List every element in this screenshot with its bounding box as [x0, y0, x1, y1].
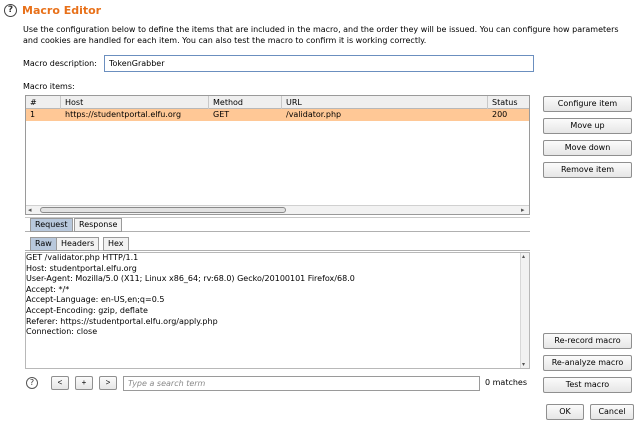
configure-item-button[interactable]: Configure item [543, 96, 632, 112]
macro-description-label: Macro description: [23, 59, 97, 68]
request-editor[interactable]: GET /validator.php HTTP/1.1 Host: studen… [25, 252, 530, 369]
column-header-method[interactable]: Method [209, 96, 282, 109]
tab-request[interactable]: Request [30, 218, 73, 232]
scroll-down-icon[interactable]: ▾ [522, 361, 525, 368]
request-raw-text[interactable]: GET /validator.php HTTP/1.1 Host: studen… [26, 253, 516, 368]
tab-response[interactable]: Response [74, 218, 123, 232]
macro-items-table[interactable]: # Host Method URL Status 1 https://stude… [25, 95, 530, 215]
vertical-scrollbar[interactable]: ▴ ▾ [520, 253, 529, 368]
ok-button[interactable]: OK [546, 404, 584, 420]
move-up-button[interactable]: Move up [543, 118, 632, 134]
cancel-button[interactable]: Cancel [590, 404, 634, 420]
tab-raw[interactable]: Raw [30, 237, 57, 251]
macro-description-input[interactable] [104, 55, 534, 72]
table-row[interactable]: 1 https://studentportal.elfu.org GET /va… [26, 109, 529, 121]
help-icon[interactable]: ? [4, 4, 17, 17]
re-record-macro-button[interactable]: Re-record macro [543, 333, 632, 349]
test-macro-button[interactable]: Test macro [543, 377, 632, 393]
scroll-up-icon[interactable]: ▴ [522, 253, 525, 260]
add-search-button[interactable]: + [75, 376, 93, 390]
cell-host: https://studentportal.elfu.org [65, 110, 182, 119]
column-header-host[interactable]: Host [61, 96, 209, 109]
cell-number: 1 [30, 110, 36, 119]
macro-items-label: Macro items: [23, 82, 75, 91]
search-help-icon[interactable]: ? [26, 377, 38, 389]
match-count: 0 matches [485, 378, 528, 387]
dialog-description: Use the configuration below to define th… [23, 25, 619, 45]
dialog-title: Macro Editor [22, 4, 102, 17]
table-header: # Host Method URL Status [26, 96, 529, 109]
scroll-right-icon[interactable]: ▸ [521, 206, 525, 214]
tab-bar-divider [25, 250, 530, 251]
move-down-button[interactable]: Move down [543, 140, 632, 156]
cell-method: GET [213, 110, 230, 119]
cell-url: /validator.php [286, 110, 342, 119]
next-match-button[interactable]: > [99, 376, 117, 390]
scroll-left-icon[interactable]: ◂ [28, 206, 32, 214]
search-input[interactable] [123, 376, 480, 391]
re-analyze-macro-button[interactable]: Re-analyze macro [543, 355, 632, 371]
remove-item-button[interactable]: Remove item [543, 162, 632, 178]
column-header-number[interactable]: # [26, 96, 61, 109]
tab-headers[interactable]: Headers [56, 237, 100, 251]
previous-match-button[interactable]: < [51, 376, 69, 390]
horizontal-scrollbar[interactable]: ◂ ▸ [26, 205, 529, 214]
column-header-status[interactable]: Status [488, 96, 529, 109]
scrollbar-thumb[interactable] [40, 207, 286, 213]
tab-hex[interactable]: Hex [103, 237, 129, 251]
column-header-url[interactable]: URL [282, 96, 488, 109]
cell-status: 200 [492, 110, 508, 119]
